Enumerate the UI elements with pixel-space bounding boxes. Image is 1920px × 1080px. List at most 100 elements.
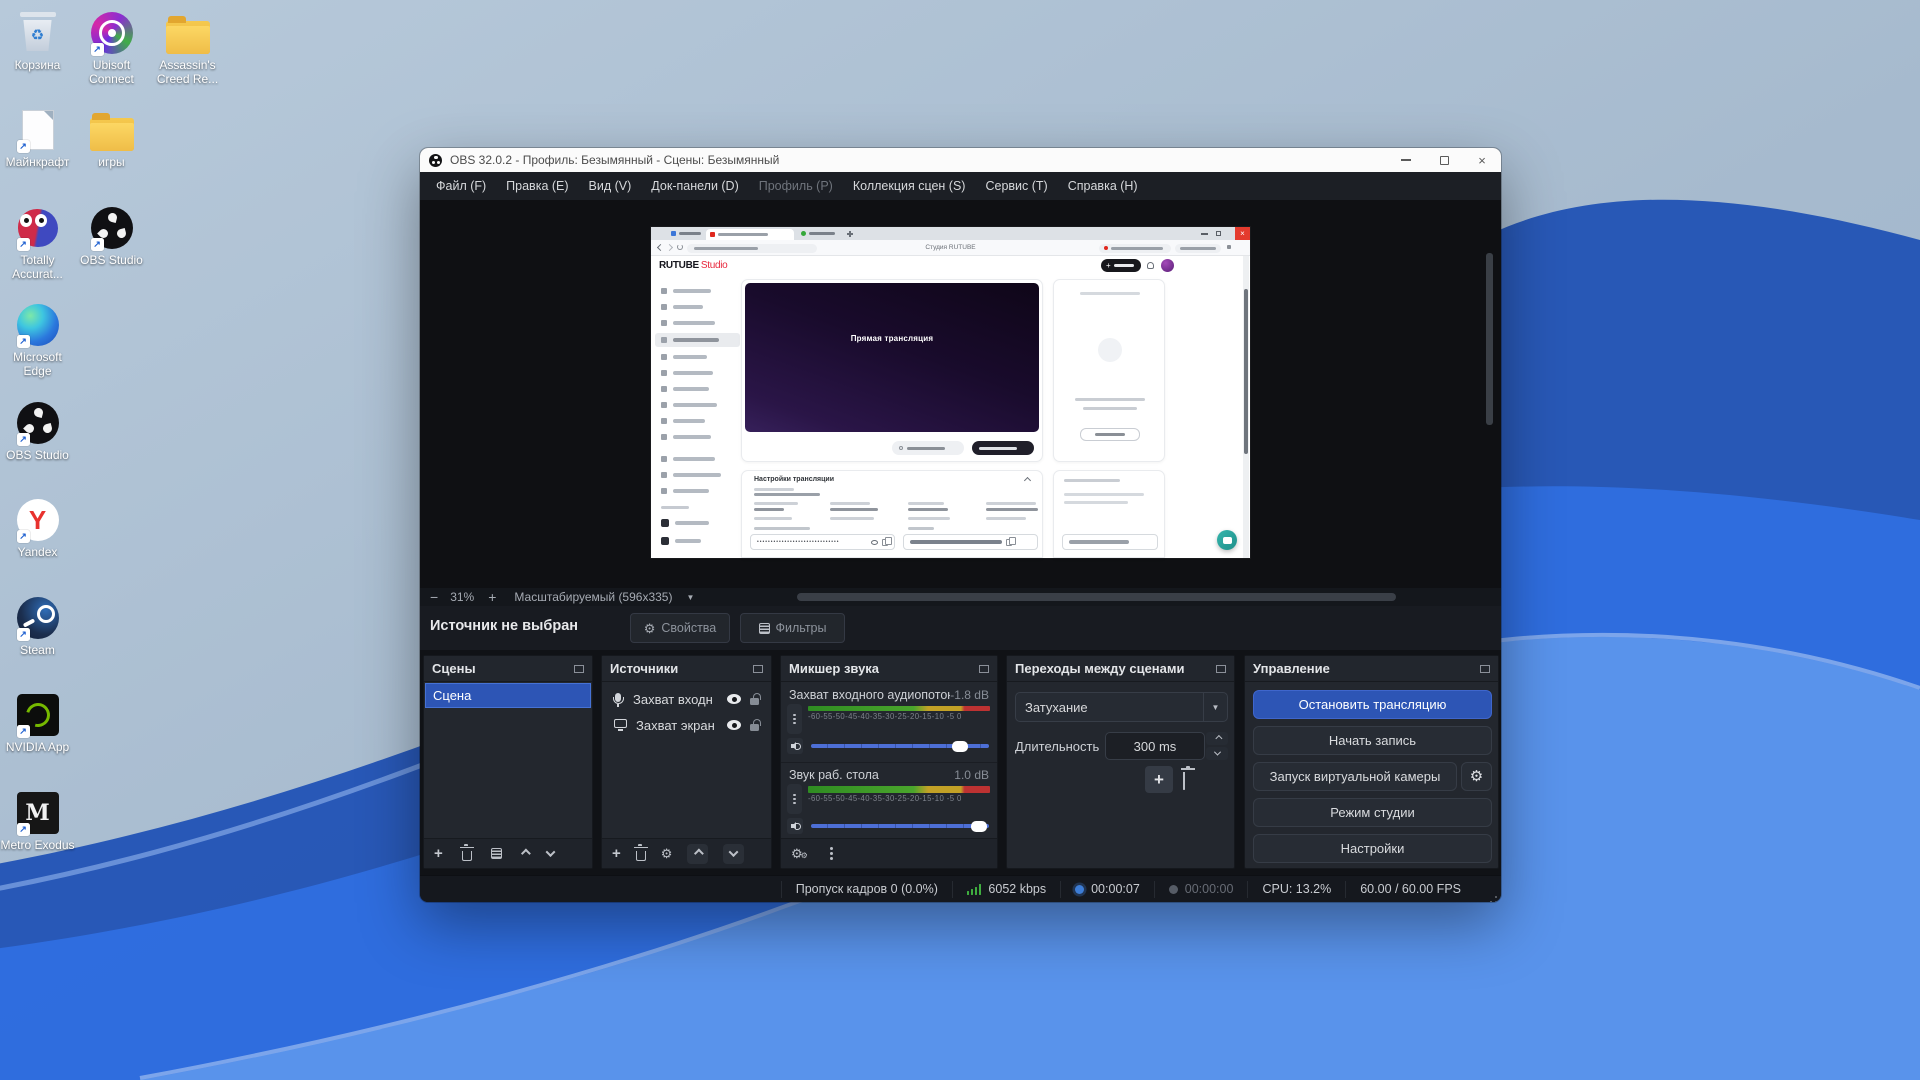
menu-edit[interactable]: Правка (E) bbox=[496, 179, 578, 193]
add-scene-button[interactable]: + bbox=[434, 846, 443, 861]
menu-file[interactable]: Файл (F) bbox=[426, 179, 496, 193]
source-list-item[interactable]: Захват входн bbox=[602, 686, 771, 712]
show-key-icon[interactable] bbox=[871, 539, 878, 545]
page-scrollbar[interactable] bbox=[1243, 256, 1249, 558]
volume-slider-handle[interactable] bbox=[952, 740, 968, 752]
remove-scene-button[interactable] bbox=[459, 844, 474, 861]
minimize-button[interactable] bbox=[1387, 148, 1425, 172]
filters-button[interactable]: Фильтры bbox=[740, 613, 845, 643]
add-source-button[interactable]: + bbox=[612, 846, 621, 861]
stream-url-field[interactable] bbox=[903, 534, 1038, 550]
browser-minimize-icon[interactable] bbox=[1201, 233, 1208, 235]
spin-down-icon[interactable] bbox=[1206, 747, 1228, 760]
sidebar-item[interactable] bbox=[651, 366, 744, 380]
menu-profile[interactable]: Профиль (P) bbox=[749, 179, 843, 193]
start-recording-button[interactable]: Начать запись bbox=[1253, 726, 1492, 755]
mute-button[interactable] bbox=[787, 818, 803, 834]
title-bar[interactable]: OBS 32.0.2 - Профиль: Безымянный - Сцены… bbox=[420, 148, 1501, 172]
popout-icon[interactable] bbox=[1480, 664, 1490, 673]
desktop-icon-obs-studio-2[interactable]: ↗ OBS Studio bbox=[0, 399, 75, 462]
desktop-icon-yandex[interactable]: Y ↗ Yandex bbox=[0, 496, 75, 559]
add-transition-button[interactable]: + bbox=[1145, 766, 1173, 793]
desktop-icon-minecraft[interactable]: ↗ Майнкрафт bbox=[0, 106, 75, 169]
desktop-icon-obs-studio-1[interactable]: ↗ OBS Studio bbox=[74, 204, 149, 267]
sidebar-item[interactable] bbox=[651, 414, 744, 428]
sidebar-item[interactable] bbox=[651, 316, 744, 330]
scale-mode-label[interactable]: Масштабируемый (596x335) bbox=[514, 590, 672, 604]
remove-source-button[interactable] bbox=[633, 844, 648, 861]
volume-slider[interactable] bbox=[811, 740, 989, 752]
duration-spinner[interactable] bbox=[1206, 732, 1228, 760]
studio-mode-button[interactable]: Режим студии bbox=[1253, 798, 1492, 827]
sidebar-item-active[interactable] bbox=[651, 333, 744, 347]
canvas-vertical-scrollbar[interactable] bbox=[1486, 253, 1493, 425]
support-chat-fab[interactable] bbox=[1217, 530, 1237, 550]
sidebar-item[interactable] bbox=[651, 300, 744, 314]
remove-transition-button[interactable] bbox=[1183, 772, 1185, 790]
zoom-out-button[interactable]: − bbox=[430, 589, 438, 605]
sidebar-item[interactable] bbox=[651, 452, 744, 466]
virtual-camera-config-button[interactable]: ⚙ bbox=[1461, 762, 1492, 791]
sidebar-item[interactable] bbox=[651, 484, 744, 498]
panel-button[interactable] bbox=[1080, 428, 1140, 441]
scene-list-item-selected[interactable]: Сцена bbox=[425, 683, 591, 708]
sidebar-app-item[interactable] bbox=[651, 516, 744, 530]
sidebar-item[interactable] bbox=[651, 350, 744, 364]
unlock-icon[interactable] bbox=[750, 693, 761, 705]
settings-button[interactable]: Настройки bbox=[1253, 834, 1492, 863]
tab-title-skeleton[interactable] bbox=[809, 232, 835, 235]
canvas-horizontal-scrollbar-thumb[interactable] bbox=[797, 593, 1396, 601]
sidebar-item[interactable] bbox=[651, 430, 744, 444]
browser-extension-pill[interactable] bbox=[1099, 243, 1171, 253]
mute-button[interactable] bbox=[787, 738, 803, 754]
tab-title-skeleton[interactable] bbox=[679, 232, 701, 235]
scene-filters-button[interactable] bbox=[490, 848, 502, 859]
spin-up-icon[interactable] bbox=[1206, 732, 1228, 745]
popout-icon[interactable] bbox=[1216, 664, 1226, 673]
move-source-up-button[interactable] bbox=[687, 843, 709, 864]
desktop-icon-totally-accurate[interactable]: ↗ Totally Accurat... bbox=[0, 204, 75, 281]
channel-options-button[interactable] bbox=[787, 704, 802, 734]
menu-help[interactable]: Справка (H) bbox=[1058, 179, 1148, 193]
avatar[interactable] bbox=[1161, 259, 1174, 272]
source-properties-button[interactable]: ⚙ bbox=[661, 847, 673, 860]
popout-icon[interactable] bbox=[979, 664, 989, 673]
create-button[interactable]: + bbox=[1101, 259, 1141, 272]
channel-options-button[interactable] bbox=[787, 784, 802, 814]
popout-icon[interactable] bbox=[574, 664, 584, 673]
resize-grip[interactable] bbox=[1494, 895, 1497, 898]
volume-slider-handle[interactable] bbox=[971, 820, 987, 832]
desktop-icon-steam[interactable]: ↗ Steam bbox=[0, 594, 75, 657]
properties-button[interactable]: ⚙ Свойства bbox=[630, 613, 730, 643]
popout-icon[interactable] bbox=[753, 664, 763, 673]
sidebar-item[interactable] bbox=[651, 398, 744, 412]
sidebar-item[interactable] bbox=[651, 382, 744, 396]
bell-icon[interactable] bbox=[1147, 262, 1154, 269]
sidebar-app-item[interactable] bbox=[651, 534, 744, 548]
visibility-eye-icon[interactable] bbox=[727, 720, 741, 730]
desktop-icon-recycle-bin[interactable]: ♻ Корзина bbox=[0, 9, 75, 72]
mixer-options-button[interactable] bbox=[829, 847, 833, 850]
unlock-icon[interactable] bbox=[750, 719, 761, 731]
transition-select[interactable]: Затухание ▼ bbox=[1015, 692, 1228, 722]
maximize-button[interactable] bbox=[1425, 148, 1463, 172]
volume-slider[interactable] bbox=[811, 820, 989, 832]
copy-icon[interactable] bbox=[1006, 537, 1016, 546]
desktop-icon-metro-exodus[interactable]: M ↗ Metro Exodus bbox=[0, 789, 75, 852]
menu-tools[interactable]: Сервис (T) bbox=[975, 179, 1057, 193]
zoom-in-button[interactable]: + bbox=[488, 589, 496, 605]
duration-input[interactable]: 300 ms bbox=[1105, 732, 1205, 760]
browser-extension-pill[interactable] bbox=[1175, 243, 1221, 253]
desktop-icon-nvidia-app[interactable]: ↗ NVIDIA App bbox=[0, 691, 75, 754]
move-scene-up-button[interactable] bbox=[520, 848, 531, 859]
desktop-icon-edge[interactable]: ↗ Microsoft Edge bbox=[0, 301, 75, 378]
move-scene-down-button[interactable] bbox=[545, 847, 556, 858]
share-button[interactable] bbox=[892, 441, 964, 455]
primary-action-button[interactable] bbox=[972, 441, 1034, 455]
desktop-icon-games-folder[interactable]: игры bbox=[74, 106, 149, 169]
stop-streaming-button[interactable]: Остановить трансляцию bbox=[1253, 690, 1492, 719]
preview-canvas[interactable]: × Студия RUTUBE RUTUBE Studio + Прямая т… bbox=[420, 200, 1501, 588]
page-scrollbar-thumb[interactable] bbox=[1243, 289, 1248, 454]
desktop-icon-assassins-folder[interactable]: Assassin's Creed Re... bbox=[150, 9, 225, 86]
browser-active-tab[interactable] bbox=[706, 229, 794, 240]
